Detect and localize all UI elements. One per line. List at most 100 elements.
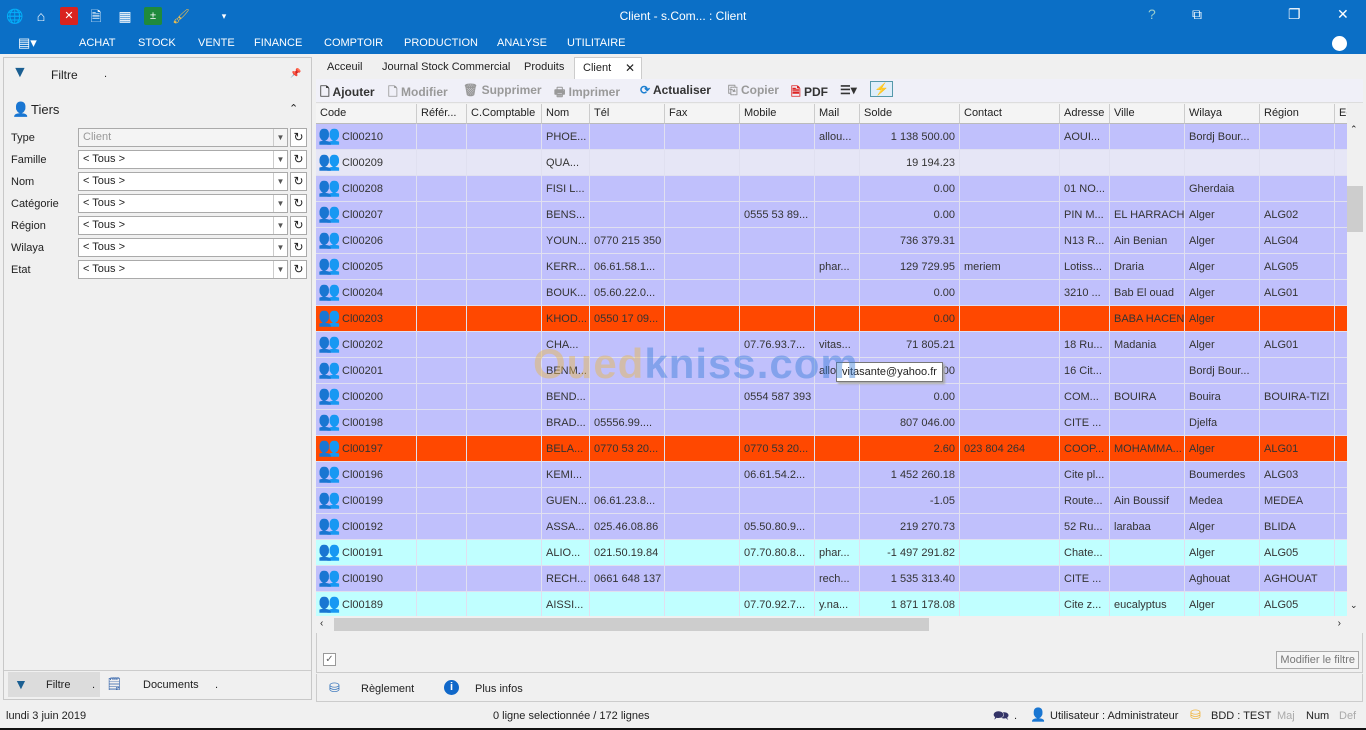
filter-toggle-icon[interactable]: ⚡	[870, 81, 893, 97]
menu-analyse[interactable]: ANALYSE	[497, 37, 547, 49]
reset-icon[interactable]: ↻	[290, 216, 307, 235]
table-row[interactable]: 👥 Cl00201 BENM... allo... ...00 16 Cit... Bord…	[316, 358, 1347, 384]
horizontal-scrollbar[interactable]: ‹ ›	[316, 616, 1347, 633]
tab-acceuil[interactable]: Acceuil	[319, 57, 370, 79]
column-header[interactable]: Tél	[590, 104, 665, 124]
filter-combo[interactable]: < Tous > ▼	[78, 172, 288, 191]
collapse-icon[interactable]: ⌃	[289, 102, 298, 115]
column-header[interactable]: Contact	[960, 104, 1060, 124]
close-button[interactable]: ✕	[1337, 6, 1349, 23]
column-header[interactable]: Mobile	[740, 104, 815, 124]
table-row[interactable]: 👥 Cl00209 QUA... 19 194.23	[316, 150, 1347, 176]
menu-stock[interactable]: STOCK	[138, 37, 176, 49]
scroll-down-icon[interactable]: ⌄	[1350, 600, 1358, 611]
table-row[interactable]: 👥 Cl00196 KEMI... 06.61.54.2... 1 452 260.18…	[316, 462, 1347, 488]
column-header[interactable]: Fax	[665, 104, 740, 124]
imprimer-button[interactable]: 🖶 Imprimer	[554, 83, 620, 104]
select-checkbox[interactable]: ✓	[323, 653, 336, 666]
filter-combo[interactable]: < Tous > ▼	[78, 238, 288, 257]
column-header[interactable]: C.Comptable	[467, 104, 542, 124]
pin-icon[interactable]: 📌	[290, 68, 301, 79]
ajouter-button[interactable]: 🗋 Ajouter	[320, 83, 375, 104]
table-row[interactable]: 👥 Cl00192 ASSA... 025.46.08.86 05.50.80.9...…	[316, 514, 1347, 540]
table-row[interactable]: 👥 Cl00191 ALIO... 021.50.19.84 07.70.80.8...…	[316, 540, 1347, 566]
table-row[interactable]: 👥 Cl00202 CHA... 07.76.93.7... vitas... 71 80…	[316, 332, 1347, 358]
scroll-thumb[interactable]	[334, 618, 929, 631]
filter-combo[interactable]: < Tous > ▼	[78, 150, 288, 169]
menu-production[interactable]: PRODUCTION	[404, 37, 478, 49]
tab-client[interactable]: Client ✕	[574, 57, 642, 79]
reset-icon[interactable]: ↻	[290, 128, 307, 147]
table-row[interactable]: 👥 Cl00203 KHOD... 0550 17 09... 0.00 BABA HAC…	[316, 306, 1347, 332]
vertical-scrollbar[interactable]: ⌃ ⌄	[1347, 124, 1363, 616]
menu-comptoir[interactable]: COMPTOIR	[324, 37, 383, 49]
reset-icon[interactable]: ↻	[290, 260, 307, 279]
column-header[interactable]: Nom	[542, 104, 590, 124]
pdf-button[interactable]: 🗎 PDF	[791, 83, 828, 104]
actualiser-button[interactable]: ⟳ Actualiser	[640, 83, 711, 97]
maximize-button[interactable]: ❐	[1288, 6, 1301, 23]
scroll-right-icon[interactable]: ›	[1338, 618, 1341, 629]
table-row[interactable]: 👥 Cl00190 RECH... 0661 648 137 rech... 1 535 …	[316, 566, 1347, 592]
filter-combo[interactable]: < Tous > ▼	[78, 260, 288, 279]
table-row[interactable]: 👥 Cl00189 AISSI... 07.70.92.7... y.na... 1 87…	[316, 592, 1347, 616]
table-row[interactable]: 👥 Cl00205 KERR... 06.61.58.1... phar... 129 7…	[316, 254, 1347, 280]
column-header[interactable]: Référ...	[417, 104, 467, 124]
copier-button[interactable]: ⎘ Copier	[728, 83, 779, 98]
scroll-thumb[interactable]	[1347, 186, 1363, 232]
chevron-down-icon[interactable]: ▼	[273, 261, 287, 278]
menu-finance[interactable]: FINANCE	[254, 37, 302, 49]
tab-journal-stock[interactable]: Journal Stock Commercial	[374, 57, 518, 79]
column-header[interactable]: Adresse	[1060, 104, 1110, 124]
help-button[interactable]: ?	[1148, 6, 1156, 22]
chevron-down-icon[interactable]: ▼	[273, 151, 287, 168]
table-row[interactable]: 👥 Cl00204 BOUK... 05.60.22.0... 0.00 3210 ...…	[316, 280, 1347, 306]
column-header[interactable]: Région	[1260, 104, 1335, 124]
table-row[interactable]: 👥 Cl00208 FISI L... 0.00 01 NO... Gherdaia	[316, 176, 1347, 202]
chevron-down-icon[interactable]: ▼	[273, 239, 287, 256]
table-row[interactable]: 👥 Cl00199 GUEN... 06.61.23.8... -1.05 Route..…	[316, 488, 1347, 514]
column-header[interactable]: Solde	[860, 104, 960, 124]
reset-icon[interactable]: ↻	[290, 194, 307, 213]
messages-icon[interactable]: 🗪	[993, 707, 1009, 729]
reglement-tab[interactable]: Règlement	[361, 683, 414, 695]
column-header[interactable]: Echéa	[1335, 104, 1347, 124]
table-row[interactable]: 👥 Cl00198 BRAD... 05556.99.... 807 046.00 CIT…	[316, 410, 1347, 436]
user-avatar[interactable]	[1332, 36, 1347, 51]
tab-produits[interactable]: Produits	[516, 57, 572, 79]
columns-menu-button[interactable]: ☰▾	[840, 83, 857, 97]
column-header[interactable]: Mail	[815, 104, 860, 124]
filter-combo[interactable]: Client ▼	[78, 128, 288, 147]
restore-ribbon-button[interactable]: ⧉	[1192, 6, 1202, 23]
filter-combo[interactable]: < Tous > ▼	[78, 216, 288, 235]
table-row[interactable]: 👥 Cl00206 YOUN... 0770 215 350 736 379.31 N13…	[316, 228, 1347, 254]
column-header[interactable]: Ville	[1110, 104, 1185, 124]
table-row[interactable]: 👥 Cl00197 BELA... 0770 53 20... 0770 53 20..…	[316, 436, 1347, 462]
scroll-left-icon[interactable]: ‹	[320, 618, 323, 629]
chevron-down-icon[interactable]: ▼	[273, 195, 287, 212]
menu-utilitaire[interactable]: UTILITAIRE	[567, 37, 625, 49]
modify-filter-button[interactable]: Modifier le filtre	[1276, 651, 1359, 669]
close-tab-icon[interactable]: ✕	[625, 61, 635, 75]
menu-achat[interactable]: ACHAT	[79, 37, 115, 49]
filter-combo[interactable]: < Tous > ▼	[78, 194, 288, 213]
bottom-tab-filtre[interactable]: ▼ Filtre .	[8, 672, 100, 697]
column-header[interactable]: Wilaya	[1185, 104, 1260, 124]
chevron-down-icon[interactable]: ▼	[273, 129, 287, 146]
bottom-tab-documents[interactable]: 🗒 Documents .	[104, 672, 234, 697]
column-header[interactable]: Code	[316, 104, 417, 124]
chevron-down-icon[interactable]: ▼	[273, 217, 287, 234]
scroll-up-icon[interactable]: ⌃	[1350, 124, 1358, 135]
modifier-button[interactable]: 🗋 Modifier	[388, 83, 448, 104]
menu-vente[interactable]: VENTE	[198, 37, 235, 49]
plus-infos-tab[interactable]: Plus infos	[475, 683, 523, 695]
reset-icon[interactable]: ↻	[290, 238, 307, 257]
app-menu-icon[interactable]: ▤▾	[18, 35, 37, 51]
reset-icon[interactable]: ↻	[290, 150, 307, 169]
table-row[interactable]: 👥 Cl00200 BEND... 0554 587 393 0.00 COM... BOU…	[316, 384, 1347, 410]
chevron-down-icon[interactable]: ▼	[273, 173, 287, 190]
table-row[interactable]: 👥 Cl00207 BENS... 0555 53 89... 0.00 PIN M...…	[316, 202, 1347, 228]
table-row[interactable]: 👥 Cl00210 PHOE... allou... 1 138 500.00 AOUI.…	[316, 124, 1347, 150]
reset-icon[interactable]: ↻	[290, 172, 307, 191]
supprimer-button[interactable]: 🗑 Supprimer	[463, 83, 542, 97]
